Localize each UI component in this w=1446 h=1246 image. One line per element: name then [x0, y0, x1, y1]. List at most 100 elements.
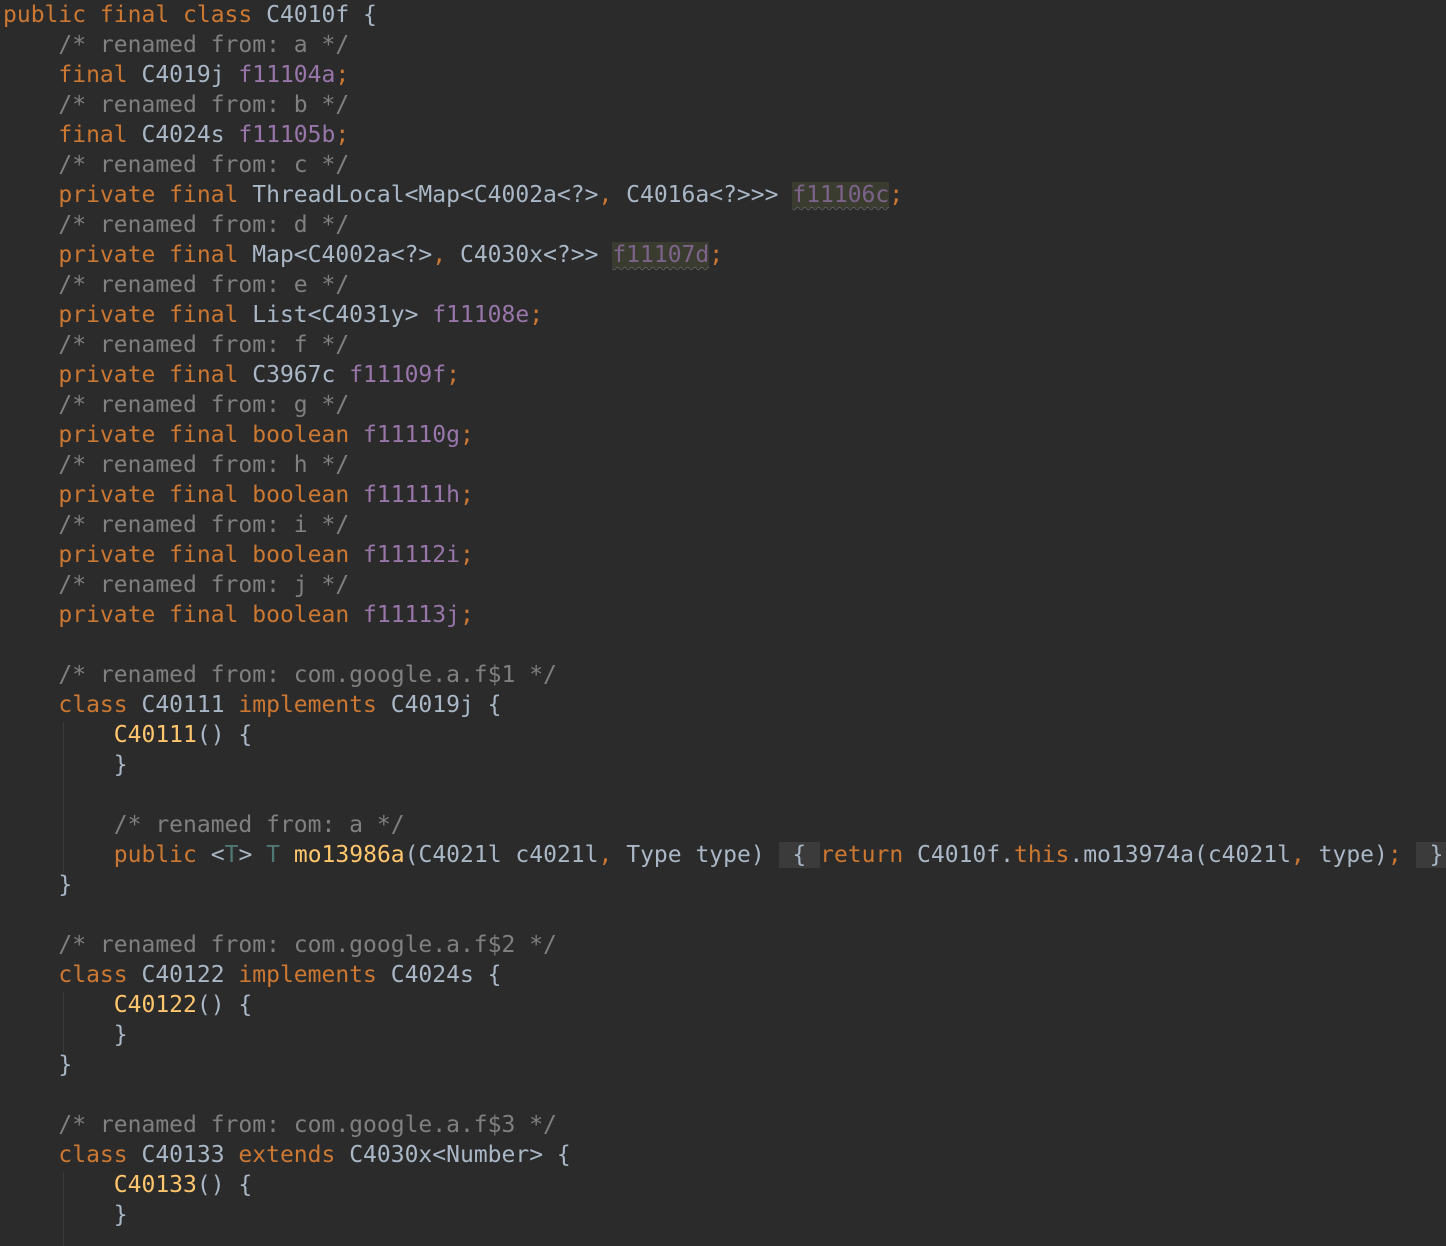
code-token: ; [335, 122, 350, 148]
code-line[interactable]: private final Map<C4002a<?>, C4030x<?>> … [3, 240, 723, 270]
code-token: C40133 [113, 1172, 197, 1198]
code-token: private final boolean [3, 602, 350, 628]
code-token: ; [529, 302, 544, 328]
code-token: C40111 [127, 692, 239, 718]
code-line[interactable]: /* renamed from: h */ [3, 450, 349, 480]
code-token: C40122 [127, 962, 239, 988]
code-line[interactable]: } [3, 750, 128, 780]
code-token: C40111 [113, 722, 197, 748]
code-token: () { [196, 1172, 253, 1198]
code-token: class [3, 692, 128, 718]
code-line[interactable]: /* renamed from: com.google.a.f$2 */ [3, 930, 557, 960]
code-line[interactable]: class C40122 implements C4024s { [3, 960, 501, 990]
code-line[interactable]: /* renamed from: a */ [3, 810, 405, 840]
code-editor[interactable]: public final class C4010f { /* renamed f… [0, 0, 1446, 1246]
code-token: C4019j { [376, 692, 502, 718]
code-token: public [3, 842, 197, 868]
code-line[interactable]: private final List<C4031y> f11108e; [3, 300, 543, 330]
code-token: ; [709, 242, 724, 268]
code-line[interactable]: final C4019j f11104a; [3, 60, 349, 90]
code-token: this [1013, 842, 1070, 868]
code-token: ; [459, 602, 474, 628]
code-token: private final boolean [3, 542, 350, 568]
code-token: type) [1304, 842, 1388, 868]
code-line[interactable]: C40122() { [3, 990, 252, 1020]
code-line[interactable]: /* renamed from: j */ [3, 570, 349, 600]
code-token: /* renamed from: com.google.a.f$2 */ [3, 932, 557, 958]
code-token: ; [1387, 842, 1402, 868]
code-line[interactable]: private final boolean f11112i; [3, 540, 474, 570]
code-line[interactable]: /* renamed from: a */ [3, 30, 349, 60]
code-token: private final [3, 242, 239, 268]
code-token: Type type) [612, 842, 779, 868]
code-line[interactable]: /* renamed from: d */ [3, 210, 349, 240]
code-token: /* renamed from: a */ [3, 812, 405, 838]
code-line[interactable]: } [3, 1200, 128, 1230]
code-line[interactable]: /* renamed from: e */ [3, 270, 349, 300]
code-line[interactable]: private final boolean f11111h; [3, 480, 473, 510]
code-line[interactable]: /* renamed from: g */ [3, 390, 349, 420]
code-line[interactable]: private final ThreadLocal<Map<C4002a<?>,… [3, 180, 903, 210]
code-line[interactable]: private final boolean f11113j; [3, 600, 474, 630]
code-token: f11105b [238, 122, 336, 148]
code-line[interactable]: C40111() { [3, 720, 252, 750]
code-line[interactable]: } [3, 1050, 72, 1080]
code-line[interactable]: } [3, 1020, 128, 1050]
code-token: private final [3, 302, 239, 328]
code-line[interactable]: /* renamed from: b */ [3, 90, 349, 120]
code-line[interactable]: /* renamed from: com.google.a.f$3 */ [3, 1110, 557, 1140]
code-token: public final class [3, 2, 253, 28]
code-token: C4030x<Number> { [335, 1142, 571, 1168]
code-line[interactable]: private final boolean f11110g; [3, 420, 474, 450]
code-token: ; [889, 182, 904, 208]
code-token: } [3, 872, 73, 898]
code-token: class [3, 962, 128, 988]
code-token: .mo13974a(c4021l [1069, 842, 1291, 868]
code-token: /* renamed from: i */ [3, 512, 350, 538]
code-token: } [3, 752, 128, 778]
code-line[interactable]: C40133() { [3, 1170, 252, 1200]
code-token: } [3, 1202, 128, 1228]
code-line[interactable]: class C40111 implements C4019j { [3, 690, 502, 720]
code-token: /* renamed from: f */ [3, 332, 350, 358]
code-token: class [3, 1142, 128, 1168]
code-token: , [598, 842, 613, 868]
code-line[interactable]: public final class C4010f { [3, 0, 377, 30]
code-token: implements [238, 692, 377, 718]
code-token: } [3, 1052, 73, 1078]
code-token: f11104a [238, 62, 336, 88]
code-token: f11112i [363, 542, 460, 568]
code-line[interactable]: /* renamed from: f */ [3, 330, 349, 360]
code-token: private final boolean [3, 482, 350, 508]
code-token: f11110g [363, 422, 460, 448]
code-line[interactable]: /* renamed from: c */ [3, 150, 349, 180]
code-token: < [196, 842, 225, 868]
code-line[interactable]: /* renamed from: com.google.a.f$1 */ [3, 660, 557, 690]
code-line[interactable]: public <T> T mo13986a(C4021l c4021l, Typ… [3, 840, 1446, 870]
code-token: C40122 [113, 992, 197, 1018]
code-line[interactable]: final C4024s f11105b; [3, 120, 349, 150]
code-line[interactable]: class C40133 extends C4030x<Number> { [3, 1140, 571, 1170]
code-token: /* renamed from: d */ [3, 212, 350, 238]
code-token: () { [196, 722, 253, 748]
code-token: private final [3, 362, 239, 388]
code-token: /* renamed from: a */ [3, 32, 350, 58]
code-token: f11111h [363, 482, 460, 508]
code-token: C4030x<?>> [446, 242, 613, 268]
code-token: return [820, 842, 904, 868]
code-line[interactable]: /* renamed from: i */ [3, 510, 349, 540]
code-line[interactable]: private final C3967c f11109f; [3, 360, 460, 390]
code-token: T [266, 842, 280, 868]
code-line[interactable]: } [3, 870, 72, 900]
code-token: C3967c [238, 362, 350, 388]
code-token: ; [459, 542, 474, 568]
code-token: ; [459, 422, 474, 448]
code-token: C4016a<?>>> [612, 182, 793, 208]
code-token: private final [3, 182, 239, 208]
code-token: /* renamed from: com.google.a.f$1 */ [3, 662, 557, 688]
